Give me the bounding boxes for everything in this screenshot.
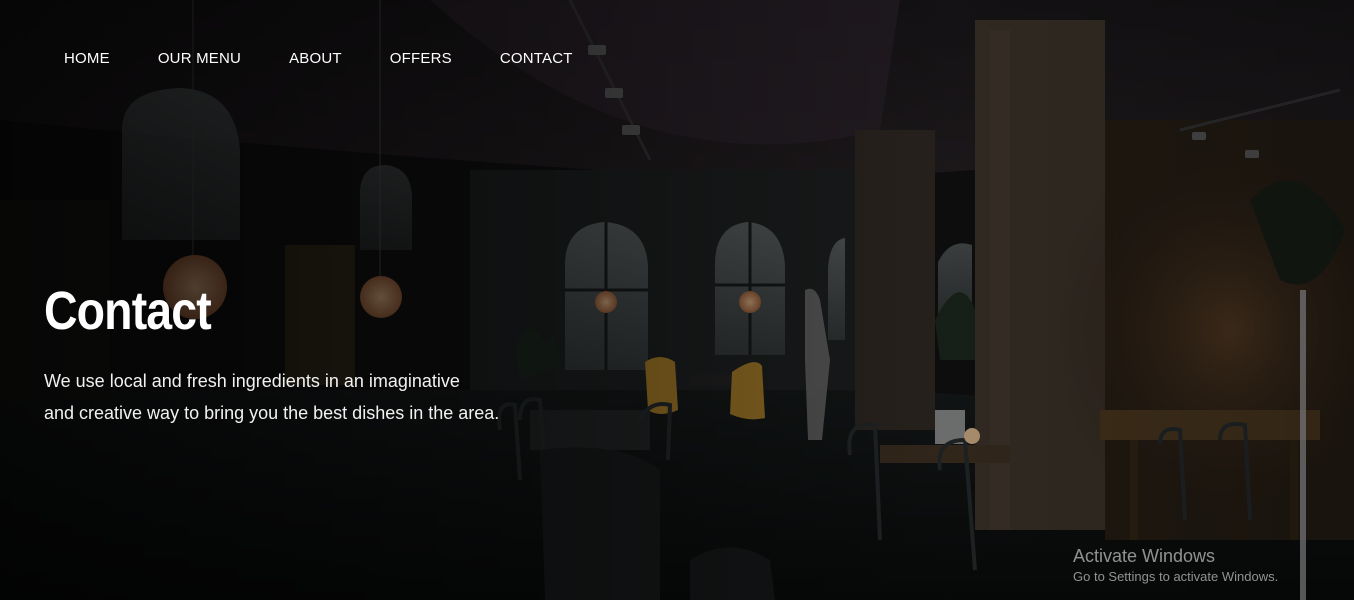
nav-offers-link[interactable]: OFFERS (390, 48, 452, 70)
hero-description: We use local and fresh ingredients in an… (44, 365, 524, 429)
activate-windows-subtitle: Go to Settings to activate Windows. (1073, 569, 1279, 584)
nav-our-menu-link[interactable]: OUR MENU (158, 48, 241, 70)
activate-windows-title: Activate Windows (1073, 546, 1216, 566)
windows-activation-watermark: Activate Windows Go to Settings to activ… (1073, 545, 1278, 586)
page-title: Contact (44, 281, 212, 341)
main-navigation: HOME OUR MENU ABOUT OFFERS CONTACT (64, 48, 621, 70)
hero-description-line-1: We use local and fresh ingredients in an… (44, 371, 460, 391)
nav-contact-link[interactable]: CONTACT (500, 48, 573, 70)
nav-about-link[interactable]: ABOUT (289, 48, 342, 70)
hero-description-line-2: and creative way to bring you the best d… (44, 403, 500, 423)
nav-home-link[interactable]: HOME (64, 48, 110, 70)
hero-section: HOME OUR MENU ABOUT OFFERS CONTACT Conta… (0, 0, 1354, 600)
